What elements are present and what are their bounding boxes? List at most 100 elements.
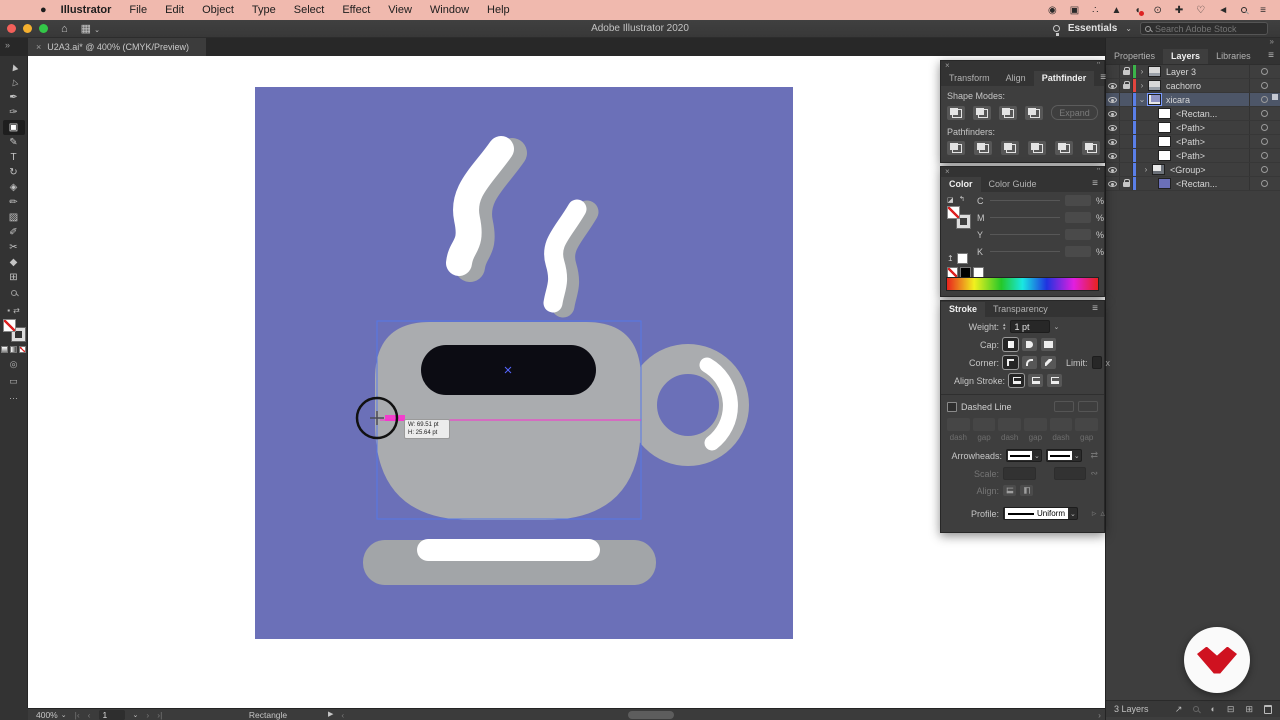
preserve-dash-button[interactable] — [1054, 401, 1074, 412]
clock-icon[interactable]: ⊙ — [1154, 5, 1162, 16]
link-scale-icon[interactable]: ∾ — [1090, 468, 1098, 479]
zoom-level[interactable]: 400% — [36, 710, 58, 720]
magenta-value-field[interactable] — [1065, 212, 1091, 223]
lock-toggle[interactable] — [1120, 135, 1133, 148]
swap-colors-icon[interactable]: ↰ — [959, 195, 965, 203]
target-circle[interactable] — [1261, 152, 1268, 159]
corner-bevel-button[interactable] — [1041, 356, 1056, 369]
screen-mode-icon[interactable]: ▭ — [9, 376, 18, 387]
layer-row-rectangle[interactable]: <Rectan... — [1106, 177, 1280, 191]
cyan-value-field[interactable] — [1065, 195, 1091, 206]
tab-color[interactable]: Color — [941, 177, 981, 192]
menu-edit[interactable]: Edit — [165, 4, 184, 16]
target-circle[interactable] — [1261, 82, 1268, 89]
cap-round-button[interactable] — [1022, 338, 1037, 351]
target-circle[interactable] — [1261, 68, 1268, 75]
document-tab[interactable]: × U2A3.ai* @ 400% (CMYK/Preview) — [28, 38, 206, 56]
layer-thumbnail[interactable] — [1158, 122, 1171, 133]
panel-menu-icon[interactable]: ≡ — [1086, 303, 1104, 317]
scale-end-field[interactable] — [1054, 467, 1087, 480]
chevron-down-icon[interactable]: ⌄ — [1125, 24, 1132, 33]
arrow-align-tip-button[interactable] — [1003, 485, 1016, 496]
tab-stroke[interactable]: Stroke — [941, 302, 985, 317]
visibility-toggle[interactable] — [1106, 163, 1120, 176]
close-panel-icon[interactable]: × — [945, 168, 950, 176]
tab-pathfinder[interactable]: Pathfinder — [1034, 71, 1095, 86]
lock-toggle[interactable] — [1120, 149, 1133, 162]
layer-thumbnail[interactable] — [1148, 66, 1161, 77]
corner-miter-button[interactable] — [1003, 356, 1018, 369]
target-circle[interactable] — [1261, 96, 1268, 103]
next-artboard-icon[interactable]: › — [146, 710, 149, 720]
eraser-tool[interactable]: ◈ — [3, 180, 25, 195]
trim-button[interactable] — [974, 141, 992, 155]
layer-row-path[interactable]: <Path> — [1106, 121, 1280, 135]
fill-proxy-swatch-none[interactable] — [947, 206, 960, 219]
align-dash-button[interactable] — [1078, 401, 1098, 412]
artboard-number-field[interactable]: 1 — [99, 710, 125, 720]
black-slider[interactable] — [990, 251, 1060, 252]
expand-chevron-icon[interactable]: › — [1140, 165, 1152, 174]
intersect-button[interactable] — [999, 106, 1017, 120]
expand-chevron-icon[interactable]: › — [1136, 81, 1148, 90]
stock-search-box[interactable] — [1140, 22, 1268, 35]
spotlight-search-icon[interactable] — [1241, 7, 1247, 13]
new-sublayer-icon[interactable]: ⊟ — [1227, 704, 1235, 715]
flip-along-icon[interactable]: ▹ — [1092, 508, 1097, 519]
blend-tool[interactable]: ◆ — [3, 255, 25, 270]
curvature-tool[interactable]: ✑ — [3, 105, 25, 120]
weight-input[interactable] — [1015, 322, 1045, 332]
panel-menu-icon[interactable]: ≡ — [1262, 50, 1280, 64]
tab-properties[interactable]: Properties — [1106, 49, 1163, 64]
swap-arrowheads-icon[interactable]: ⇄ — [1090, 450, 1098, 461]
previous-artboard-icon[interactable]: ‹ — [88, 710, 91, 720]
visibility-toggle[interactable] — [1106, 107, 1120, 120]
lock-toggle[interactable] — [1120, 121, 1133, 134]
minus-back-button[interactable] — [1082, 141, 1100, 155]
expand-button[interactable]: Expand — [1051, 105, 1098, 120]
visibility-toggle[interactable] — [1106, 93, 1120, 106]
scissors-tool[interactable]: ✂ — [3, 240, 25, 255]
control-center-icon[interactable]: ≡ — [1260, 5, 1266, 16]
corner-round-button[interactable] — [1022, 356, 1037, 369]
dash-field[interactable] — [998, 418, 1021, 431]
crop-button[interactable] — [1028, 141, 1046, 155]
none-button[interactable] — [19, 346, 26, 353]
divide-button[interactable] — [947, 141, 965, 155]
align-inside-button[interactable] — [1028, 374, 1043, 387]
merge-button[interactable] — [1001, 141, 1019, 155]
yellow-value-field[interactable] — [1065, 229, 1091, 240]
layer-row-rectangle[interactable]: <Rectan... — [1106, 107, 1280, 121]
zoom-tool[interactable] — [3, 285, 25, 300]
menu-type[interactable]: Type — [252, 4, 276, 16]
arrowhead-start-dropdown[interactable]: ⌄ — [1006, 449, 1042, 462]
status-back-icon[interactable]: ‹ — [341, 710, 344, 720]
layer-thumbnail[interactable] — [1158, 178, 1171, 189]
layer-name[interactable]: xicara — [1166, 95, 1190, 105]
menu-file[interactable]: File — [129, 4, 147, 16]
layer-thumbnail[interactable] — [1152, 164, 1165, 175]
tab-layers[interactable]: Layers — [1163, 49, 1208, 64]
gap-field[interactable] — [1075, 418, 1098, 431]
gradient-button[interactable] — [10, 346, 17, 353]
visibility-toggle[interactable] — [1106, 121, 1120, 134]
menu-effect[interactable]: Effect — [342, 4, 370, 16]
dots-icon[interactable]: ∴ — [1092, 5, 1098, 16]
last-artboard-icon[interactable]: ›| — [157, 710, 162, 720]
artboard-chevron-icon[interactable]: ⌄ — [133, 711, 139, 719]
last-color-icon[interactable]: ↥ — [947, 254, 954, 263]
health-icon[interactable]: ♡ — [1196, 5, 1205, 16]
tab-transparency[interactable]: Transparency — [985, 302, 1056, 317]
layer-name[interactable]: <Group> — [1170, 165, 1206, 175]
close-panel-icon[interactable]: × — [945, 62, 950, 70]
layer-name[interactable]: <Path> — [1176, 137, 1205, 147]
paintbrush-tool[interactable]: ✎ — [3, 135, 25, 150]
arrowhead-end-dropdown[interactable]: ⌄ — [1046, 449, 1082, 462]
dash-field[interactable] — [1050, 418, 1073, 431]
rectangle-tool[interactable]: ▣ — [3, 120, 25, 135]
volume-icon[interactable]: ◄ — [1218, 5, 1228, 16]
unite-button[interactable] — [947, 106, 965, 120]
lightbulb-icon[interactable] — [1053, 25, 1060, 32]
tab-align[interactable]: Align — [998, 71, 1034, 86]
delete-layer-icon[interactable] — [1264, 705, 1272, 714]
